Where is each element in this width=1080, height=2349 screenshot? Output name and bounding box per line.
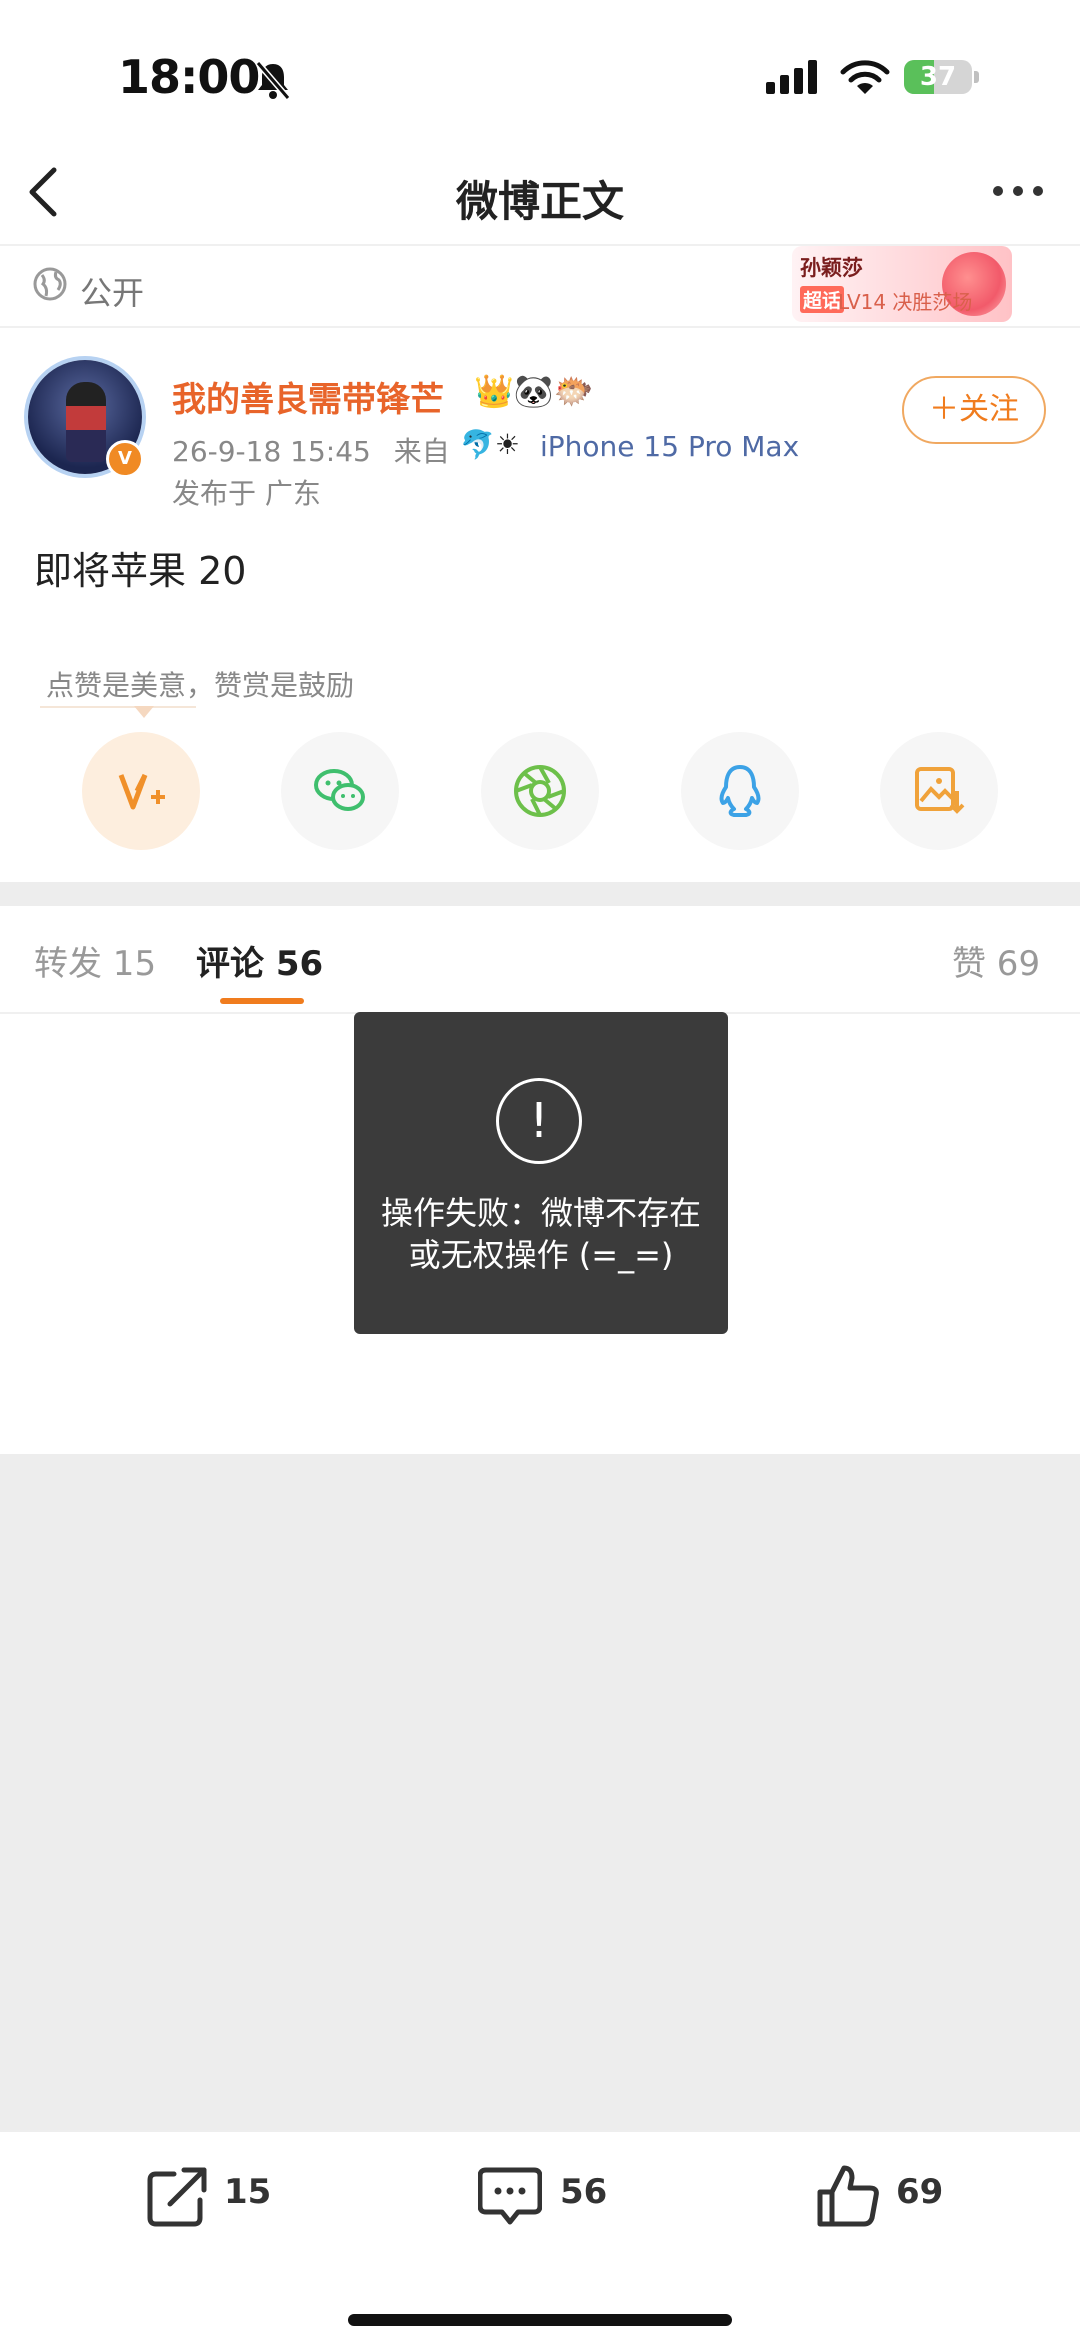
username-badges: 👑🐼🐡 — [474, 372, 594, 410]
error-toast: ! 操作失败：微博不存在或无权操作 (=_=) — [354, 1012, 728, 1334]
comment-icon[interactable] — [478, 2164, 542, 2228]
battery-level: 37 — [919, 62, 957, 92]
tab-active-indicator — [220, 998, 304, 1004]
share-moments-button[interactable] — [481, 732, 599, 850]
tab-comment[interactable]: 评论 56 — [196, 936, 323, 985]
wechat-icon — [314, 769, 365, 811]
hint-divider — [40, 706, 196, 708]
home-indicator[interactable] — [348, 2314, 732, 2326]
post-meta: 26-9-18 15:45 来自 — [172, 430, 450, 470]
source-prefix: 来自 — [393, 435, 450, 468]
post-location: 发布于 广东 — [172, 477, 321, 510]
device-badges: 🐬☀ — [460, 428, 520, 461]
promo-name: 孙颖莎 — [800, 256, 863, 280]
username[interactable]: 我的善良需带锋芒 — [172, 372, 444, 421]
reward-hint: 点赞是美意，赞赏是鼓励 — [46, 669, 355, 702]
empty-content-area — [0, 1454, 1080, 2130]
repost-icon[interactable] — [146, 2164, 210, 2228]
status-time: 18:00 — [118, 50, 260, 104]
reward-icon — [118, 773, 165, 810]
tab-like[interactable]: 赞 69 — [952, 936, 1040, 985]
avatar-figure — [66, 382, 106, 462]
globe-icon — [33, 267, 67, 301]
promo-level: LV14 决胜莎场 — [838, 290, 973, 314]
device-source[interactable]: iPhone 15 Pro Max — [540, 430, 799, 463]
signal-icon — [766, 60, 817, 94]
visibility-label: 公开 — [80, 274, 145, 312]
verified-badge-icon: V — [106, 440, 144, 478]
save-image-icon — [915, 767, 965, 814]
tab-repost[interactable]: 转发 15 — [34, 936, 156, 985]
like-count[interactable]: 69 — [896, 2172, 943, 2212]
silent-bell-icon — [255, 61, 291, 100]
reward-button[interactable] — [82, 732, 200, 850]
comment-count[interactable]: 56 — [560, 2172, 607, 2212]
battery-indicator: 37 — [904, 58, 982, 98]
share-qq-button[interactable] — [681, 732, 799, 850]
section-separator — [0, 882, 1080, 906]
more-icon[interactable] — [990, 176, 1046, 206]
qq-icon — [719, 765, 761, 817]
post-time: 26-9-18 15:45 — [172, 435, 371, 468]
toast-message: 操作失败：微博不存在或无权操作 (=_=) — [380, 1194, 701, 1274]
supertopic-banner[interactable]: 孙颖莎 超话 LV14 决胜莎场 — [792, 246, 1012, 322]
like-icon[interactable] — [816, 2164, 880, 2228]
warning-icon: ! — [496, 1078, 582, 1164]
repost-count[interactable]: 15 — [224, 2172, 271, 2212]
wifi-icon — [840, 60, 890, 94]
hint-pointer — [134, 706, 154, 718]
post-content: 即将苹果 20 — [34, 549, 247, 593]
page-title: 微博正文 — [455, 177, 624, 226]
save-image-button[interactable] — [880, 732, 998, 850]
visibility-divider — [0, 326, 1080, 328]
share-wechat-button[interactable] — [281, 732, 399, 850]
follow-button[interactable]: ＋关注 — [902, 376, 1046, 444]
moments-icon — [514, 765, 566, 817]
